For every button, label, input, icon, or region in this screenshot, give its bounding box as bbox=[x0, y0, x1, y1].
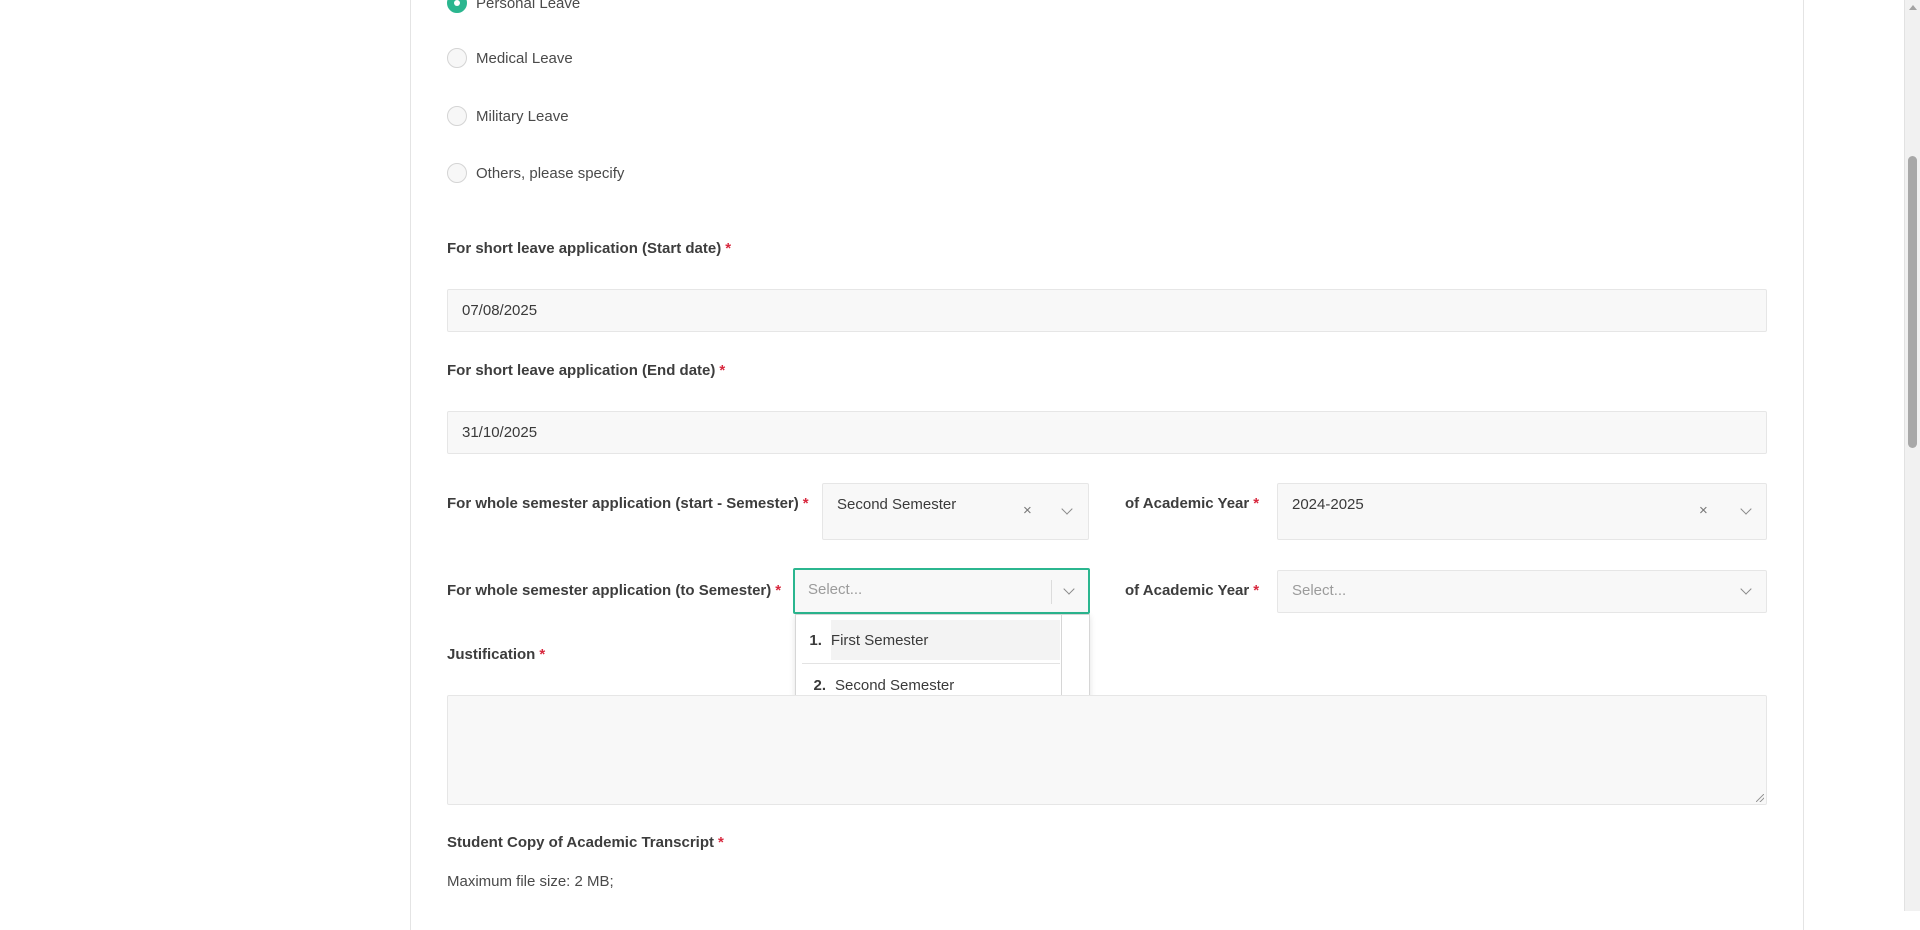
option-first-semester[interactable]: 1. First Semester bbox=[800, 620, 1060, 660]
to-semester-select[interactable]: Select... bbox=[793, 568, 1090, 614]
chevron-down-icon[interactable] bbox=[1740, 583, 1752, 595]
chevron-down-icon[interactable] bbox=[1740, 503, 1752, 515]
page-scrollbar[interactable] bbox=[1904, 0, 1920, 911]
option-label: First Semester bbox=[830, 620, 1060, 660]
start-year-label-text: of Academic Year bbox=[1125, 495, 1250, 512]
start-semester-label-text: For whole semester application (start - … bbox=[447, 495, 799, 512]
transcript-label-text: Student Copy of Academic Transcript bbox=[447, 834, 714, 851]
scrollbar-thumb[interactable] bbox=[1908, 156, 1917, 448]
clear-icon[interactable]: × bbox=[1699, 502, 1708, 519]
required-marker: * bbox=[718, 834, 724, 851]
to-semester-label-text: For whole semester application (to Semes… bbox=[447, 582, 772, 599]
clear-icon[interactable]: × bbox=[1023, 502, 1032, 519]
justification-label: Justification * bbox=[447, 646, 545, 663]
radio-checked-icon[interactable] bbox=[447, 0, 467, 13]
scroll-up-arrow-icon[interactable] bbox=[1905, 0, 1920, 15]
indicator-separator bbox=[1051, 580, 1052, 604]
start-year-value: 2024-2025 bbox=[1292, 496, 1364, 513]
start-date-label: For short leave application (Start date)… bbox=[447, 240, 731, 257]
start-semester-select[interactable]: Second Semester × bbox=[822, 483, 1089, 540]
option-label: Second Semester bbox=[835, 676, 955, 694]
end-date-label-text: For short leave application (End date) bbox=[447, 362, 716, 379]
chevron-down-icon[interactable] bbox=[1063, 583, 1075, 595]
to-year-select[interactable]: Select... bbox=[1277, 570, 1767, 613]
required-marker: * bbox=[1253, 582, 1260, 599]
radio-military-leave[interactable]: Military Leave bbox=[447, 104, 569, 128]
radio-icon[interactable] bbox=[447, 48, 467, 68]
to-semester-placeholder: Select... bbox=[808, 581, 863, 598]
radio-label: Personal Leave bbox=[476, 0, 581, 12]
file-size-hint: Maximum file size: 2 MB; bbox=[447, 873, 614, 890]
option-number: 2. bbox=[813, 676, 826, 694]
radio-others[interactable]: Others, please specify bbox=[447, 161, 624, 185]
required-marker: * bbox=[775, 582, 782, 599]
to-year-label: of Academic Year * bbox=[1125, 582, 1259, 599]
resize-handle-icon[interactable] bbox=[1756, 794, 1764, 802]
to-year-placeholder: Select... bbox=[1292, 582, 1347, 599]
to-year-label-text: of Academic Year bbox=[1125, 582, 1250, 599]
required-marker: * bbox=[719, 362, 726, 379]
start-date-input[interactable]: 07/08/2025 bbox=[447, 289, 1767, 332]
to-semester-label: For whole semester application (to Semes… bbox=[447, 582, 781, 599]
radio-personal-leave[interactable]: Personal Leave bbox=[447, 0, 580, 15]
justification-textarea[interactable] bbox=[447, 695, 1767, 805]
start-semester-label: For whole semester application (start - … bbox=[447, 495, 809, 512]
option-divider bbox=[802, 663, 1060, 664]
start-year-select[interactable]: 2024-2025 × bbox=[1277, 483, 1767, 540]
required-marker: * bbox=[802, 495, 809, 512]
start-year-label: of Academic Year * bbox=[1125, 495, 1259, 512]
radio-icon[interactable] bbox=[447, 163, 467, 183]
radio-medical-leave[interactable]: Medical Leave bbox=[447, 46, 573, 70]
start-semester-value: Second Semester bbox=[837, 496, 957, 513]
required-marker: * bbox=[725, 240, 732, 257]
required-marker: * bbox=[539, 646, 546, 663]
option-number: 1. bbox=[809, 631, 822, 649]
transcript-label: Student Copy of Academic Transcript * bbox=[447, 834, 724, 851]
end-date-label: For short leave application (End date) * bbox=[447, 362, 725, 379]
chevron-down-icon[interactable] bbox=[1061, 503, 1073, 515]
radio-icon[interactable] bbox=[447, 106, 467, 126]
radio-label: Others, please specify bbox=[476, 164, 625, 182]
required-marker: * bbox=[1253, 495, 1260, 512]
justification-label-text: Justification bbox=[447, 646, 536, 663]
end-date-value: 31/10/2025 bbox=[462, 424, 538, 441]
radio-label: Medical Leave bbox=[476, 49, 573, 67]
start-date-label-text: For short leave application (Start date) bbox=[447, 240, 722, 257]
end-date-input[interactable]: 31/10/2025 bbox=[447, 411, 1767, 454]
start-date-value: 07/08/2025 bbox=[462, 302, 538, 319]
radio-label: Military Leave bbox=[476, 107, 569, 125]
